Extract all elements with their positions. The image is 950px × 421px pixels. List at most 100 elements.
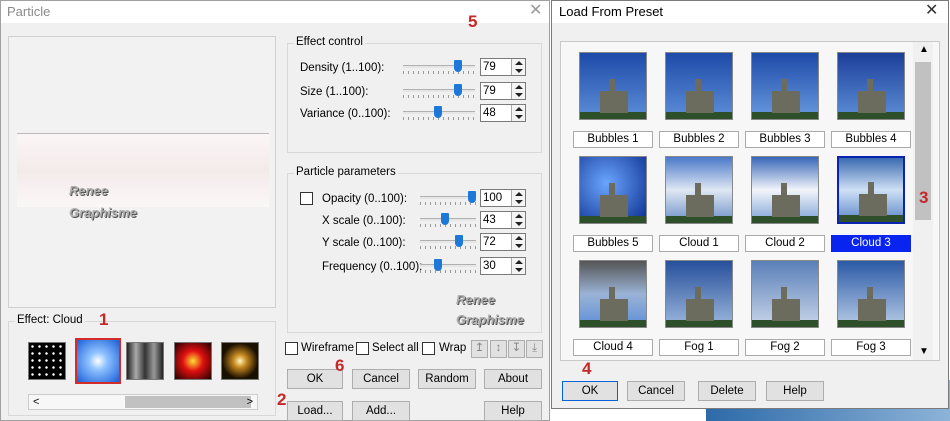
opacity-label: Opacity (0..100):: [322, 193, 408, 205]
preset-delete-button[interactable]: Delete: [698, 381, 756, 401]
opacity-slider[interactable]: [420, 191, 476, 205]
move-bottom-button[interactable]: ⤓: [526, 340, 543, 358]
effect-control-group: Effect control Density (1..100): 79 Size…: [287, 36, 542, 153]
effect-label: Effect: Cloud: [15, 314, 85, 326]
move-top-button[interactable]: ↥: [471, 340, 488, 358]
variance-label: Variance (0..100):: [300, 108, 391, 120]
preset-thumbnail[interactable]: [665, 156, 733, 224]
close-icon[interactable]: ✕: [925, 3, 938, 19]
preset-thumbnail[interactable]: [579, 156, 647, 224]
density-spinner[interactable]: 79: [480, 58, 526, 76]
preset-label[interactable]: Bubbles 1: [573, 131, 653, 148]
frequency-label: Frequency (0..100):: [322, 261, 423, 273]
church-image: [772, 287, 800, 321]
wrap-checkbox[interactable]: [422, 342, 435, 355]
preset-label[interactable]: Fog 1: [659, 339, 739, 356]
preset-label[interactable]: Bubbles 4: [831, 131, 911, 148]
preset-label[interactable]: Bubbles 3: [745, 131, 825, 148]
frequency-spinner[interactable]: 30: [480, 257, 526, 275]
scroll-thumb[interactable]: [125, 396, 251, 408]
preset-thumbnail[interactable]: [751, 156, 819, 224]
variance-slider[interactable]: [403, 106, 475, 120]
ground-image: [580, 112, 646, 119]
yscale-label: Y scale (0..100):: [322, 237, 406, 249]
preset-ok-button[interactable]: OK: [562, 381, 618, 401]
preset-cancel-button[interactable]: Cancel: [627, 381, 685, 401]
slider-thumb[interactable]: [468, 191, 476, 203]
preset-thumbnail[interactable]: [579, 52, 647, 120]
effect-thumb-cloud[interactable]: [75, 338, 121, 384]
size-slider[interactable]: [403, 84, 475, 98]
load-preset-dialog: Load From Preset ✕ Bubbles 1 Bubbles 2 Bub…: [551, 0, 949, 409]
scroll-left-icon[interactable]: <: [33, 396, 39, 408]
yscale-spinner[interactable]: 72: [480, 233, 526, 251]
density-value: 79: [483, 61, 496, 73]
select-all-checkbox[interactable]: [356, 342, 369, 355]
slider-thumb[interactable]: [434, 106, 442, 118]
slider-thumb[interactable]: [441, 213, 449, 225]
xscale-value: 43: [483, 214, 496, 226]
frequency-value: 30: [483, 260, 496, 272]
effect-thumb-fire[interactable]: [174, 342, 212, 380]
ground-image: [752, 112, 818, 119]
wireframe-checkbox[interactable]: [285, 342, 298, 355]
close-icon[interactable]: ✕: [529, 3, 542, 19]
yscale-slider[interactable]: [420, 235, 476, 249]
preset-thumbnail[interactable]: [665, 52, 733, 120]
church-image: [859, 182, 887, 216]
preset-label[interactable]: Bubbles 5: [573, 235, 653, 252]
effect-thumb-stars[interactable]: [28, 342, 66, 380]
effect-thumb-smoke[interactable]: [126, 342, 164, 380]
add-button[interactable]: Add...: [352, 401, 410, 421]
annotation-number: 1: [99, 310, 109, 329]
cancel-button[interactable]: Cancel: [352, 369, 410, 389]
particle-title: Particle: [7, 4, 51, 19]
scroll-up-icon[interactable]: ▲: [919, 44, 929, 55]
slider-thumb[interactable]: [455, 235, 463, 247]
preview-panel: Renee Graphisme: [8, 36, 276, 308]
move-down-button[interactable]: ↧: [508, 340, 525, 358]
effect-scrollbar[interactable]: < >: [28, 394, 258, 410]
about-button[interactable]: About: [484, 369, 542, 389]
ground-image: [666, 216, 732, 223]
particle-params-group: Particle parameters Opacity (0..100): 10…: [287, 166, 542, 333]
opacity-checkbox[interactable]: [300, 192, 313, 205]
preset-help-button[interactable]: Help: [766, 381, 824, 401]
preset-label[interactable]: Cloud 4: [573, 339, 653, 356]
ground-image: [666, 112, 732, 119]
effect-thumb-sparkle[interactable]: [221, 342, 259, 380]
random-button[interactable]: Random: [418, 369, 476, 389]
preset-thumbnail[interactable]: [751, 52, 819, 120]
move-up-button[interactable]: ↕: [490, 340, 507, 358]
preset-thumbnail[interactable]: [751, 260, 819, 328]
preset-thumbnail[interactable]: [579, 260, 647, 328]
preset-label[interactable]: Bubbles 2: [659, 131, 739, 148]
slider-thumb[interactable]: [434, 259, 442, 271]
density-slider[interactable]: [403, 60, 475, 74]
slider-thumb[interactable]: [454, 60, 462, 72]
size-spinner[interactable]: 79: [480, 82, 526, 100]
scroll-right-icon[interactable]: >: [247, 396, 253, 408]
preset-label[interactable]: Cloud 2: [745, 235, 825, 252]
variance-spinner[interactable]: 48: [480, 104, 526, 122]
opacity-spinner[interactable]: 100: [480, 189, 526, 207]
frequency-slider[interactable]: [420, 259, 476, 273]
preset-label[interactable]: Fog 3: [831, 339, 911, 356]
slider-thumb[interactable]: [454, 84, 462, 96]
preset-thumbnail[interactable]: [837, 52, 905, 120]
scroll-down-icon[interactable]: ▼: [919, 346, 929, 357]
help-button[interactable]: Help: [484, 401, 542, 421]
annotation-number: 4: [582, 359, 592, 378]
church-image: [858, 79, 886, 113]
preset-thumbnail[interactable]: [837, 156, 905, 224]
preset-label[interactable]: Cloud 3: [831, 235, 911, 252]
preset-label[interactable]: Fog 2: [745, 339, 825, 356]
preset-thumbnail[interactable]: [665, 260, 733, 328]
preset-thumbnail[interactable]: [837, 260, 905, 328]
particle-dialog: Particle ✕ Renee Graphisme Effect: Cloud…: [0, 0, 550, 421]
xscale-spinner[interactable]: 43: [480, 211, 526, 229]
load-button[interactable]: Load...: [287, 401, 343, 421]
annotation-number: 6: [335, 356, 345, 375]
preset-label[interactable]: Cloud 1: [659, 235, 739, 252]
xscale-slider[interactable]: [420, 213, 476, 227]
